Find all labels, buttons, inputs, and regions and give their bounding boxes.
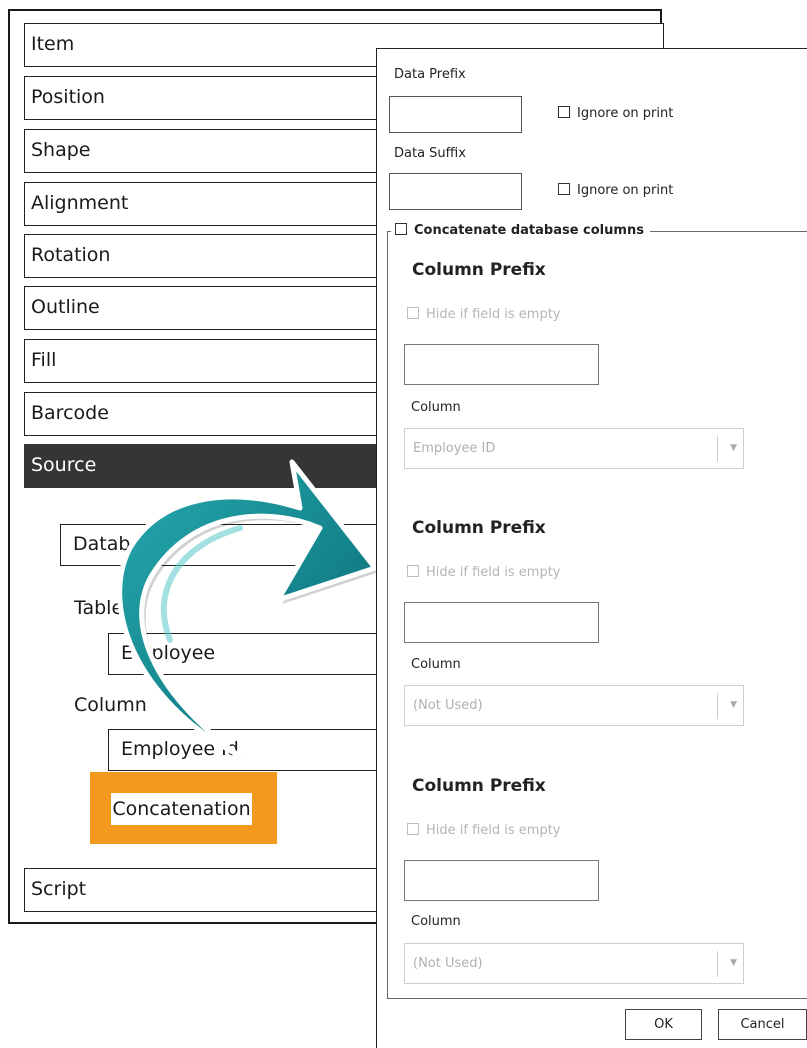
column-prefix-input-1[interactable] [404, 344, 599, 385]
column-label-2: Column [411, 657, 461, 672]
hide-if-empty-checkbox-1[interactable]: Hide if field is empty [407, 307, 561, 322]
column-prefix-input-2[interactable] [404, 602, 599, 643]
ok-button[interactable]: OK [625, 1009, 702, 1040]
column-select-2[interactable]: (Not Used) ▼ [404, 685, 744, 726]
dropdown-arrow-icon: ▼ [730, 443, 737, 453]
concatenate-label: Concatenate database columns [414, 223, 644, 238]
dropdown-arrow-icon: ▼ [730, 958, 737, 968]
table-label: Table [74, 597, 124, 619]
column-select-1[interactable]: Employee ID ▼ [404, 428, 744, 469]
data-suffix-ignore-label: Ignore on print [577, 183, 674, 198]
hide-if-empty-label-3: Hide if field is empty [426, 823, 561, 838]
column-label: Column [74, 694, 147, 716]
concatenate-checkbox[interactable]: Concatenate database columns [391, 223, 650, 238]
hide-if-empty-checkbox-2[interactable]: Hide if field is empty [407, 565, 561, 580]
column-select-value-2: (Not Used) [413, 698, 483, 713]
data-prefix-label: Data Prefix [394, 67, 466, 82]
column-select-value-3: (Not Used) [413, 956, 483, 971]
checkbox-icon [407, 307, 419, 319]
data-prefix-ignore-checkbox[interactable]: Ignore on print [558, 106, 673, 121]
column-select-value-1: Employee ID [413, 441, 496, 456]
data-prefix-input[interactable] [389, 96, 522, 133]
data-suffix-label: Data Suffix [394, 146, 466, 161]
checkbox-icon [558, 183, 570, 195]
column-prefix-input-3[interactable] [404, 860, 599, 901]
data-prefix-ignore-label: Ignore on print [577, 106, 674, 121]
select-separator [717, 436, 718, 462]
checkbox-icon [407, 823, 419, 835]
dropdown-arrow-icon: ▼ [730, 700, 737, 710]
checkbox-icon [558, 106, 570, 118]
hide-if-empty-checkbox-3[interactable]: Hide if field is empty [407, 823, 561, 838]
column-prefix-title-2: Column Prefix [412, 518, 546, 538]
data-suffix-ignore-checkbox[interactable]: Ignore on print [558, 183, 673, 198]
hide-if-empty-label-2: Hide if field is empty [426, 565, 561, 580]
data-suffix-input[interactable] [389, 173, 522, 210]
cancel-button[interactable]: Cancel [718, 1009, 807, 1040]
column-label-1: Column [411, 400, 461, 415]
select-separator [717, 693, 718, 719]
select-separator [717, 951, 718, 977]
checkbox-icon [395, 223, 407, 235]
concatenation-button[interactable]: Concatenation [111, 793, 252, 825]
concatenation-dialog: Data Prefix Ignore on print Data Suffix … [376, 48, 807, 1048]
column-select-3[interactable]: (Not Used) ▼ [404, 943, 744, 984]
column-prefix-title-1: Column Prefix [412, 260, 546, 280]
column-label-3: Column [411, 914, 461, 929]
hide-if-empty-label-1: Hide if field is empty [426, 307, 561, 322]
concatenation-highlight: Concatenation [90, 772, 277, 844]
checkbox-icon [407, 565, 419, 577]
column-prefix-title-3: Column Prefix [412, 776, 546, 796]
